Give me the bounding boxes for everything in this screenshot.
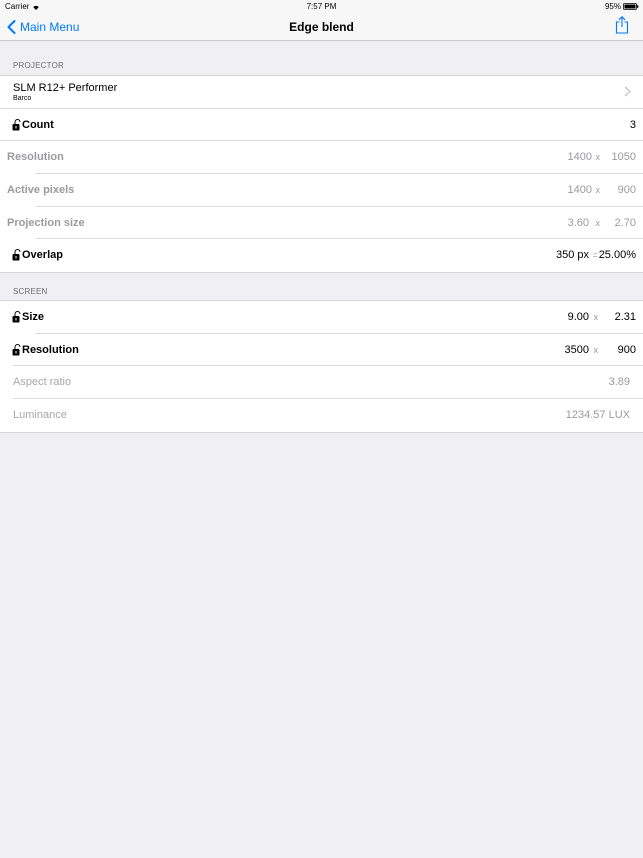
times-symbol: x (595, 185, 601, 196)
count-label: Count (22, 118, 54, 131)
luminance-label: Luminance (13, 409, 67, 422)
overlap-pixels[interactable]: 350 px (556, 249, 589, 261)
battery-indicator: 95% (605, 2, 639, 11)
projection-size-row: Projection size 3.60 x 2.70 (0, 207, 643, 240)
overlap-percent[interactable]: 25.00% (599, 249, 636, 261)
times-symbol: x (593, 312, 599, 322)
screen-resolution-label: Resolution (22, 343, 79, 356)
aspect-ratio-value: 3.89 (608, 376, 630, 389)
aspect-ratio-row: Aspect ratio 3.89 (0, 366, 643, 400)
aspect-ratio-label: Aspect ratio (13, 376, 72, 389)
status-bar: Carrier 7:57 PM 95% (0, 0, 643, 13)
resolution-width: 1400 (567, 151, 592, 164)
times-symbol: x (595, 152, 601, 163)
lock-icon[interactable] (12, 343, 22, 356)
battery-percent: 95% (604, 2, 621, 11)
equals-symbol: = (592, 250, 598, 261)
share-icon (615, 16, 629, 34)
resolution-height: 1050 (611, 151, 636, 164)
lock-icon[interactable] (12, 249, 22, 261)
projection-size-label: Projection size (7, 216, 85, 229)
times-symbol: x (593, 344, 599, 355)
status-time: 7:57 PM (306, 2, 337, 11)
screen-resolution-row[interactable]: Resolution 3500 x 900 (0, 334, 643, 367)
luminance-row: Luminance 1234.57 LUX (0, 399, 643, 432)
screen-size-height[interactable]: 2.31 (615, 311, 636, 323)
overlap-label: Overlap (22, 249, 63, 262)
projection-size-height: 2.70 (614, 216, 636, 229)
screen-size-width[interactable]: 9.00 (568, 311, 589, 323)
count-row[interactable]: Count 3 (0, 109, 643, 142)
active-pixels-row: Active pixels 1400 x 900 (0, 174, 643, 207)
screen-size-row[interactable]: Size 9.00 x 2.31 (0, 301, 643, 334)
active-pixels-width: 1400 (567, 184, 592, 197)
page-title: Edge blend (289, 20, 354, 34)
screen-resolution-height[interactable]: 900 (618, 344, 636, 356)
active-pixels-label: Active pixels (7, 184, 75, 197)
resolution-label: Resolution (7, 151, 64, 164)
active-pixels-height: 900 (617, 184, 636, 197)
chevron-right-icon (624, 86, 631, 97)
section-header-screen: SCREEN (13, 287, 48, 296)
count-value[interactable]: 3 (630, 119, 636, 131)
overlap-row[interactable]: Overlap 350 px = 25.00% (0, 239, 643, 272)
resolution-row: Resolution 1400 x 1050 (0, 141, 643, 175)
times-symbol: x (595, 217, 601, 228)
lock-icon[interactable] (12, 118, 22, 131)
screen-group: Size 9.00 x 2.31 Resolution 3500 x 900 A… (0, 300, 643, 433)
projector-group: SLM R12+ Performer Barco Count 3 Resolut… (0, 75, 643, 274)
lock-icon[interactable] (12, 311, 22, 323)
section-header-projector: PROJECTOR (13, 61, 64, 70)
navigation-bar: Main Menu Edge blend (0, 13, 643, 41)
projector-model-row[interactable]: SLM R12+ Performer Barco (0, 76, 643, 109)
projector-vendor: Barco (13, 95, 32, 102)
screen-size-label: Size (22, 311, 45, 323)
luminance-value: 1234.57 LUX (565, 409, 630, 422)
screen-resolution-width[interactable]: 3500 (565, 344, 589, 356)
projection-size-width: 3.60 (567, 216, 589, 229)
share-button[interactable] (615, 16, 631, 38)
projector-model-name: SLM R12+ Performer (13, 82, 118, 94)
battery-icon (623, 3, 639, 10)
